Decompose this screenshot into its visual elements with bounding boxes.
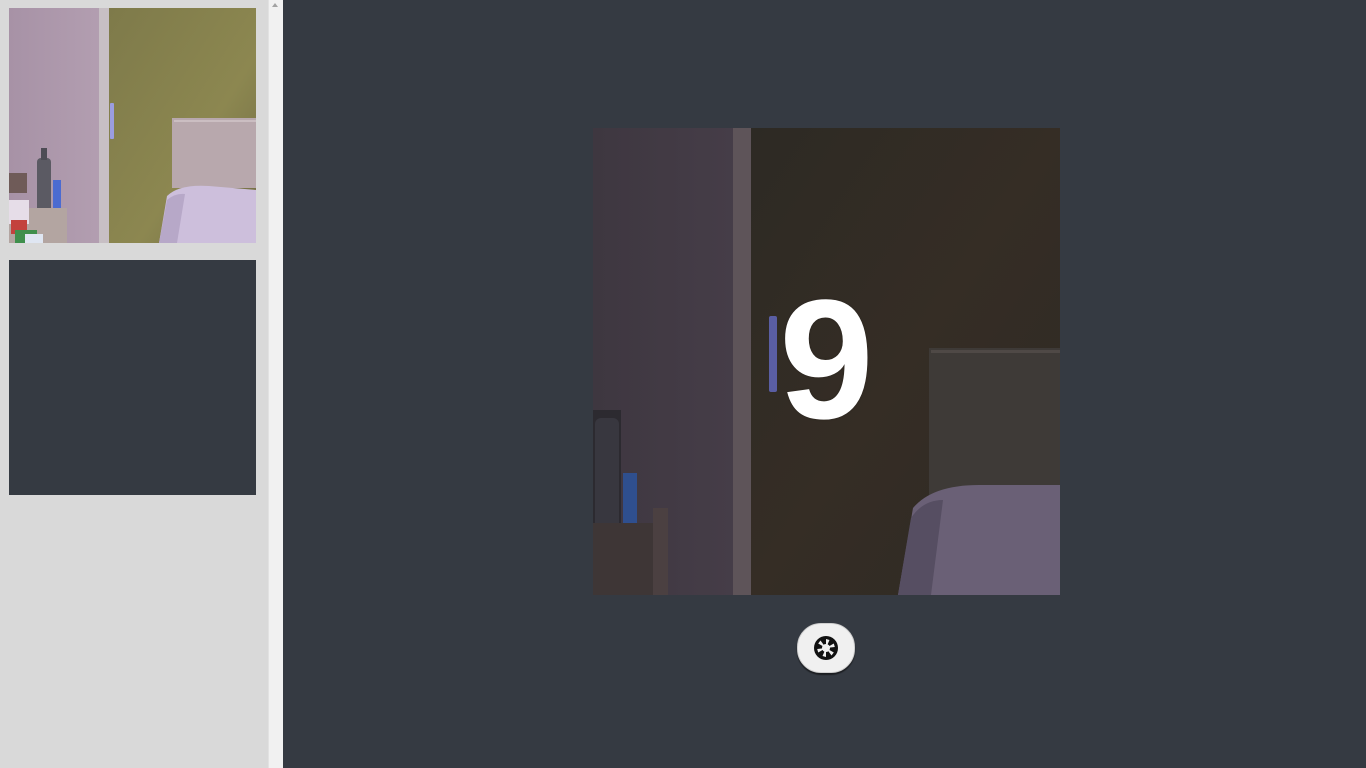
photo-thumbnail[interactable] <box>9 8 256 243</box>
camera-panel: 9 <box>283 0 1366 768</box>
camera-preview: 9 <box>593 128 1060 595</box>
aperture-icon <box>814 636 838 660</box>
scroll-up-arrow-icon[interactable] <box>272 3 278 7</box>
countdown-number: 9 <box>779 264 874 455</box>
photo-thumbnail-image <box>9 8 256 243</box>
thumbnail-sidebar <box>0 0 268 768</box>
empty-thumbnail[interactable] <box>9 260 256 495</box>
shutter-button[interactable] <box>797 623 855 673</box>
sidebar-scrollbar[interactable] <box>268 0 283 768</box>
